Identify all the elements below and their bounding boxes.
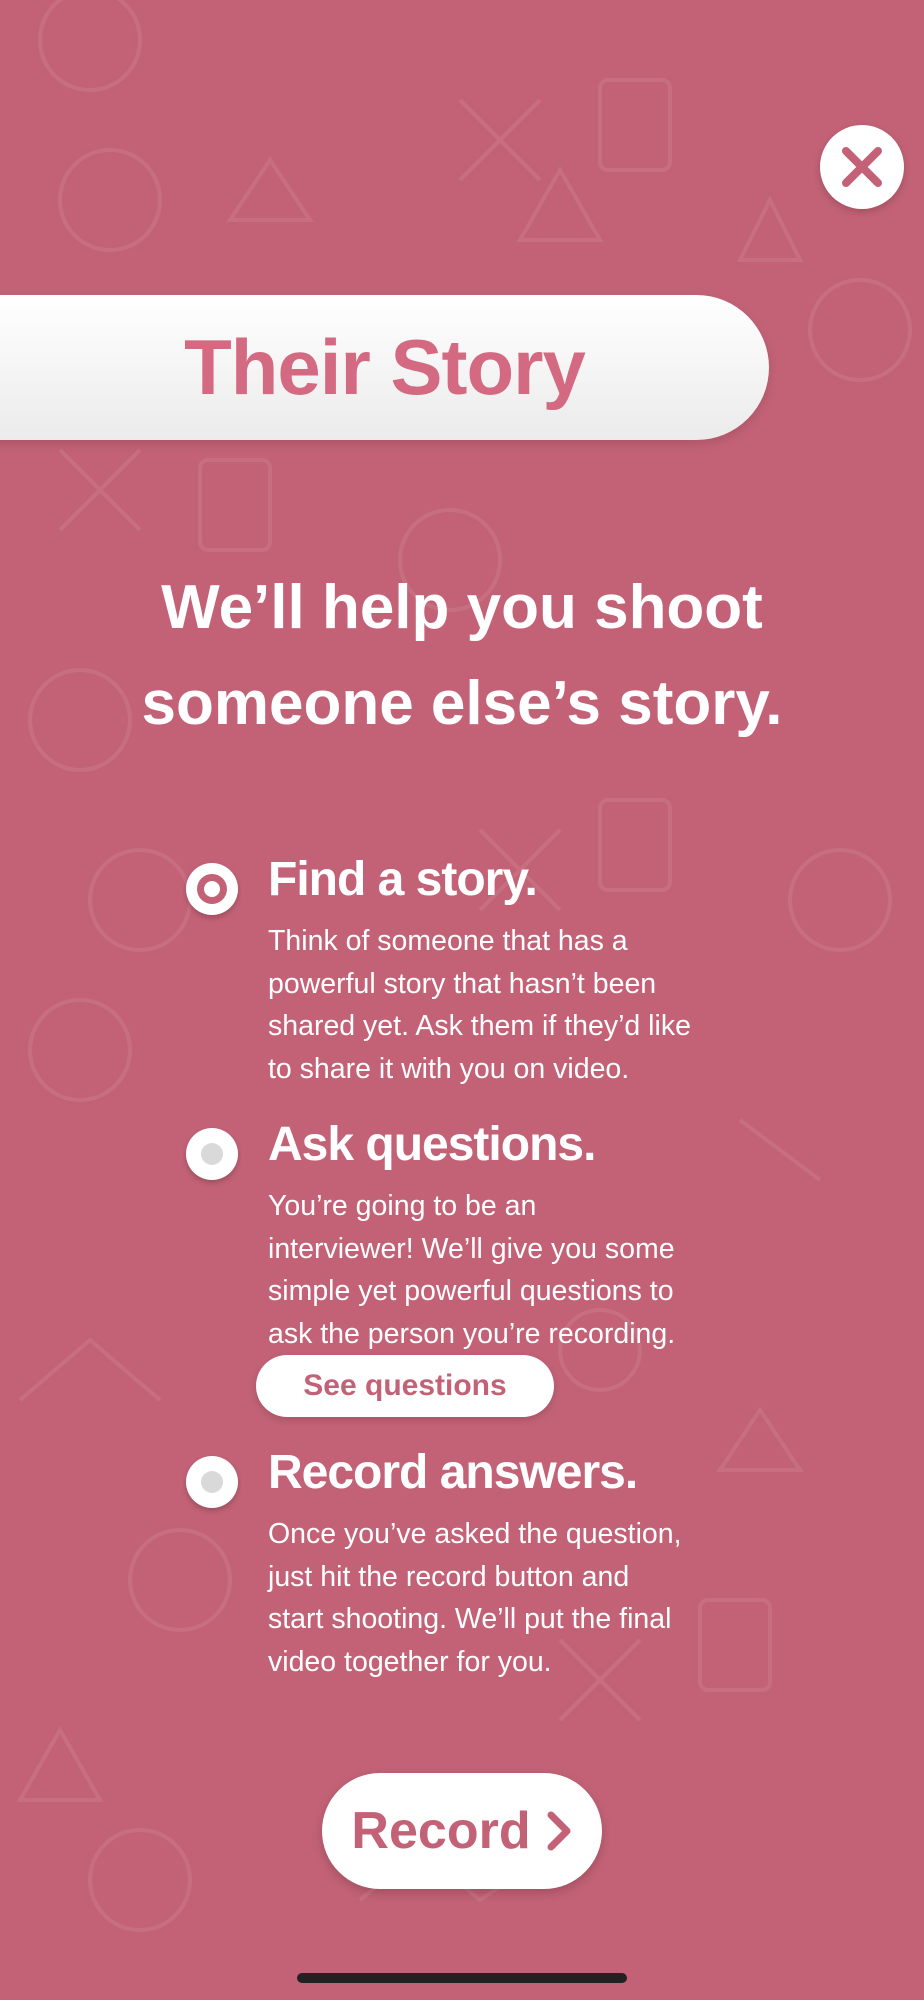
radio-dot — [201, 1471, 223, 1493]
page-title: Their Story — [184, 323, 586, 411]
headline-line-1: We’ll help you shoot — [161, 573, 763, 642]
step-2-line: simple yet powerful questions to — [268, 1275, 674, 1307]
step-1-line: to share it with you on video. — [268, 1052, 630, 1085]
step-2-radio[interactable] — [186, 1128, 238, 1180]
headline: We’ll help you shoot someone else’s stor… — [0, 560, 924, 752]
close-button[interactable] — [820, 125, 904, 209]
title-banner: Their Story — [0, 295, 769, 440]
close-x-icon — [842, 147, 882, 187]
step-3-line: just hit the record button and — [268, 1560, 630, 1593]
step-2-line: interviewer! We’ll give you some — [268, 1232, 675, 1265]
step-3-line: Once you’ve asked the question, — [268, 1518, 682, 1550]
step-1-radio[interactable] — [186, 863, 238, 915]
step-2-description: You’re going to be an interviewer! We’ll… — [268, 1185, 788, 1355]
step-1-description: Think of someone that has a powerful sto… — [268, 920, 788, 1090]
step-3-line: start shooting. We’ll put the final — [268, 1603, 672, 1635]
chevron-right-icon — [547, 1811, 571, 1851]
step-1-line: powerful story that hasn’t been — [268, 967, 657, 1000]
record-button[interactable]: Record — [322, 1773, 602, 1889]
step-1-line: Think of someone that has a — [268, 925, 628, 957]
headline-line-2: someone else’s story. — [141, 669, 783, 738]
step-1-title: Find a story. — [268, 853, 538, 906]
radio-dot — [201, 1143, 223, 1165]
step-3-title: Record answers. — [268, 1446, 638, 1499]
step-2-title: Ask questions. — [268, 1118, 596, 1171]
record-button-label: Record — [351, 1802, 531, 1860]
radio-dot — [197, 874, 227, 904]
home-indicator[interactable] — [297, 1973, 627, 1983]
see-questions-button[interactable]: See questions — [256, 1355, 554, 1417]
step-2-line: You’re going to be an — [268, 1190, 537, 1222]
step-3-line: video together for you. — [268, 1645, 552, 1678]
step-1-line: shared yet. Ask them if they’d like — [268, 1010, 691, 1042]
step-3-radio[interactable] — [186, 1456, 238, 1508]
step-3-description: Once you’ve asked the question, just hit… — [268, 1513, 788, 1683]
step-2-line: ask the person you’re recording. — [268, 1317, 676, 1350]
